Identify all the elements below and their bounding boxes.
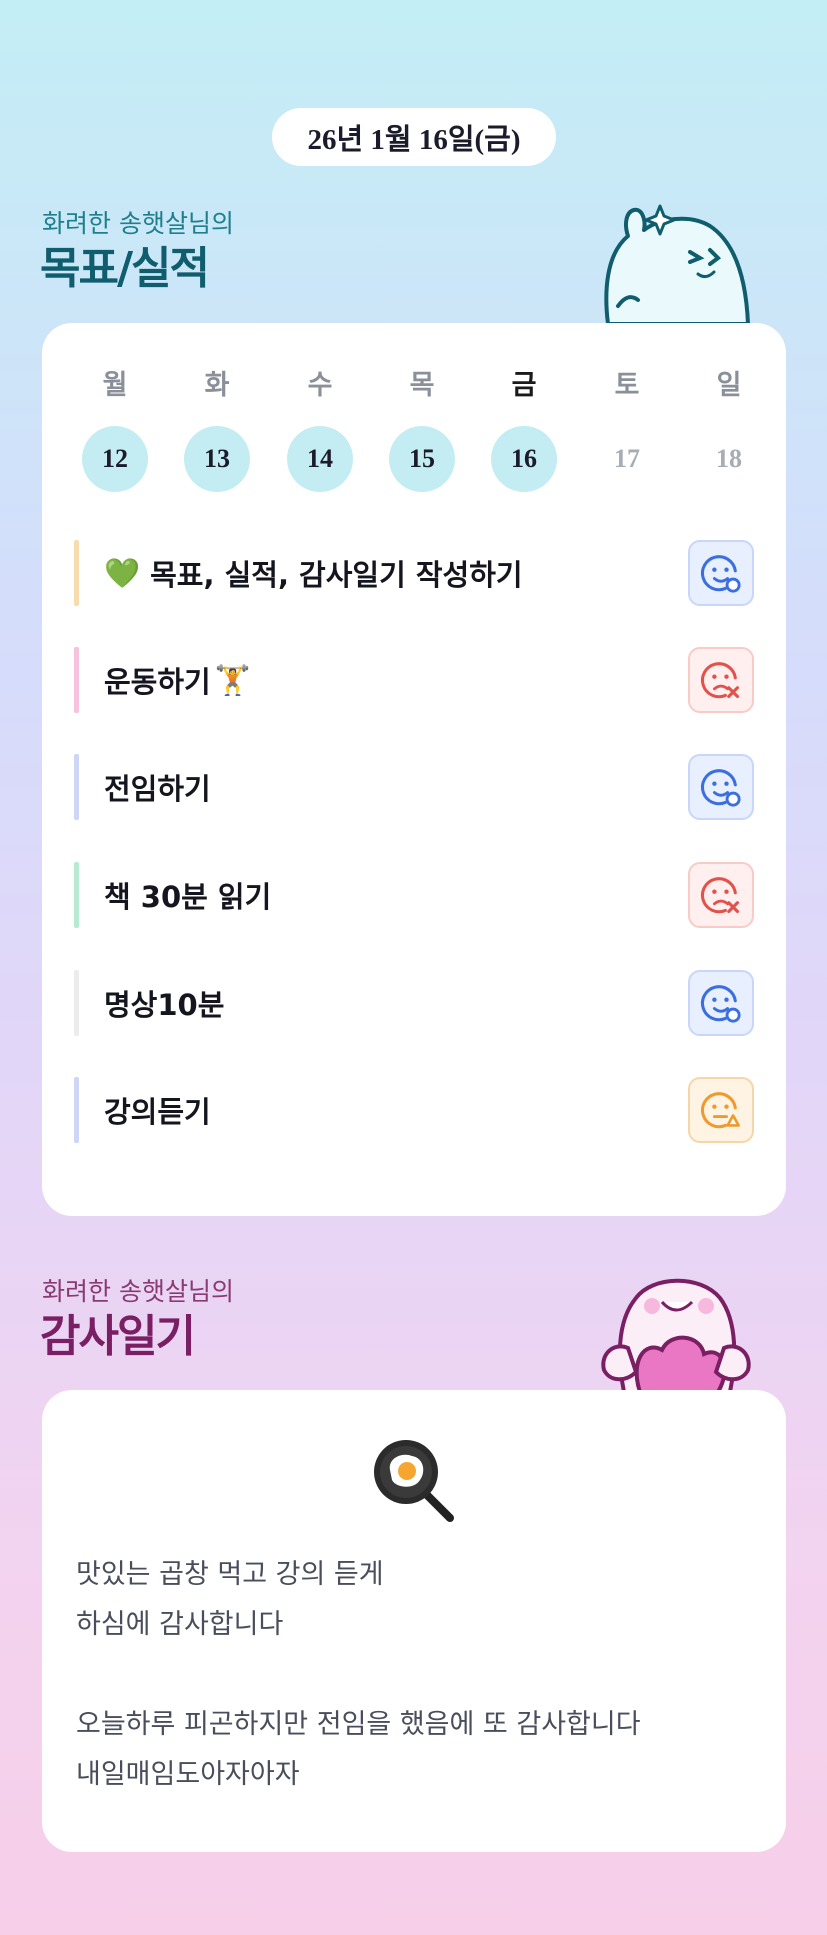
day-label: 목 <box>409 370 435 400</box>
day-label: 화 <box>204 370 230 400</box>
goal-color-bar <box>74 862 79 928</box>
goal-row[interactable]: 전임하기 <box>74 754 754 820</box>
diary-card: 맛있는 곱창 먹고 강의 듣게 하심에 감사합니다 오늘하루 피곤하지만 전임을… <box>42 1390 786 1852</box>
goals-title: 목표/실적 <box>40 243 210 294</box>
heart-mascot-icon <box>601 1278 751 1392</box>
goal-text: 운동하기 🏋️ <box>104 647 251 713</box>
weightlifter-icon: 🏋️ <box>214 662 251 697</box>
goal-text: 💚 목표, 실적, 감사일기 작성하기 <box>104 540 523 606</box>
day-number[interactable]: 17 <box>594 426 660 492</box>
goal-text: 강의듣기 <box>104 1077 211 1143</box>
goal-status-button[interactable] <box>688 862 754 928</box>
smile-circle-icon <box>700 769 741 807</box>
goal-text: 책 30분 읽기 <box>104 862 271 928</box>
goal-status-button[interactable] <box>688 1077 754 1143</box>
goal-text: 명상10분 <box>104 970 224 1036</box>
diary-text: 맛있는 곱창 먹고 강의 듣게 하심에 감사합니다 오늘하루 피곤하지만 전임을… <box>76 1559 641 1790</box>
day-number[interactable]: 16 <box>491 426 557 492</box>
day-label: 토 <box>614 370 640 400</box>
goal-color-bar <box>74 540 79 606</box>
day-label: 월 <box>102 370 128 400</box>
diary-title: 감사일기 <box>40 1311 196 1362</box>
day-label: 일 <box>716 370 742 400</box>
day-number[interactable]: 13 <box>184 426 250 492</box>
sad-x-icon <box>700 877 740 914</box>
goal-row[interactable]: 💚 목표, 실적, 감사일기 작성하기 <box>74 540 754 606</box>
green-heart-icon: 💚 <box>104 555 141 590</box>
goal-color-bar <box>74 1077 79 1143</box>
goal-row[interactable]: 명상10분 <box>74 970 754 1036</box>
day-number[interactable]: 15 <box>389 426 455 492</box>
goal-label: 책 30분 읽기 <box>104 880 272 914</box>
smile-circle-icon <box>700 985 741 1023</box>
goal-label: 명상10분 <box>104 988 225 1022</box>
goal-status-button[interactable] <box>688 754 754 820</box>
goal-text: 전임하기 <box>104 754 211 820</box>
goal-label: 전임하기 <box>104 772 211 806</box>
date-pill[interactable]: 26년 1월 16일(금) <box>272 108 556 166</box>
goal-label: 강의듣기 <box>104 1095 211 1129</box>
waving-mascot-icon <box>604 204 750 324</box>
goal-status-button[interactable] <box>688 540 754 606</box>
smile-circle-icon <box>700 555 741 593</box>
sad-x-icon <box>700 662 740 699</box>
goal-row[interactable]: 책 30분 읽기 <box>74 862 754 928</box>
goal-label: 목표, 실적, 감사일기 작성하기 <box>150 558 523 592</box>
goal-color-bar <box>74 754 79 820</box>
goals-card: 월 12 화 13 수 14 목 15 금 16 토 17 일 18 💚 목표, 실적, 감사일기 작성하기… <box>42 323 786 1216</box>
goal-color-bar <box>74 970 79 1036</box>
goal-label: 운동하기 <box>104 665 211 699</box>
goal-row[interactable]: 운동하기 🏋️ <box>74 647 754 713</box>
day-number[interactable]: 14 <box>287 426 353 492</box>
meh-triangle-icon <box>700 1092 740 1129</box>
day-label: 수 <box>307 370 333 400</box>
day-number[interactable]: 18 <box>696 426 762 492</box>
goal-color-bar <box>74 647 79 713</box>
goal-status-button[interactable] <box>688 970 754 1036</box>
goal-status-button[interactable] <box>688 647 754 713</box>
week-calendar: 월 12 화 13 수 14 목 15 금 16 토 17 일 18 <box>42 363 786 503</box>
fried-egg-pan-icon <box>374 1440 454 1522</box>
day-number[interactable]: 12 <box>82 426 148 492</box>
day-label: 금 <box>511 370 537 400</box>
goal-row[interactable]: 강의듣기 <box>74 1077 754 1143</box>
